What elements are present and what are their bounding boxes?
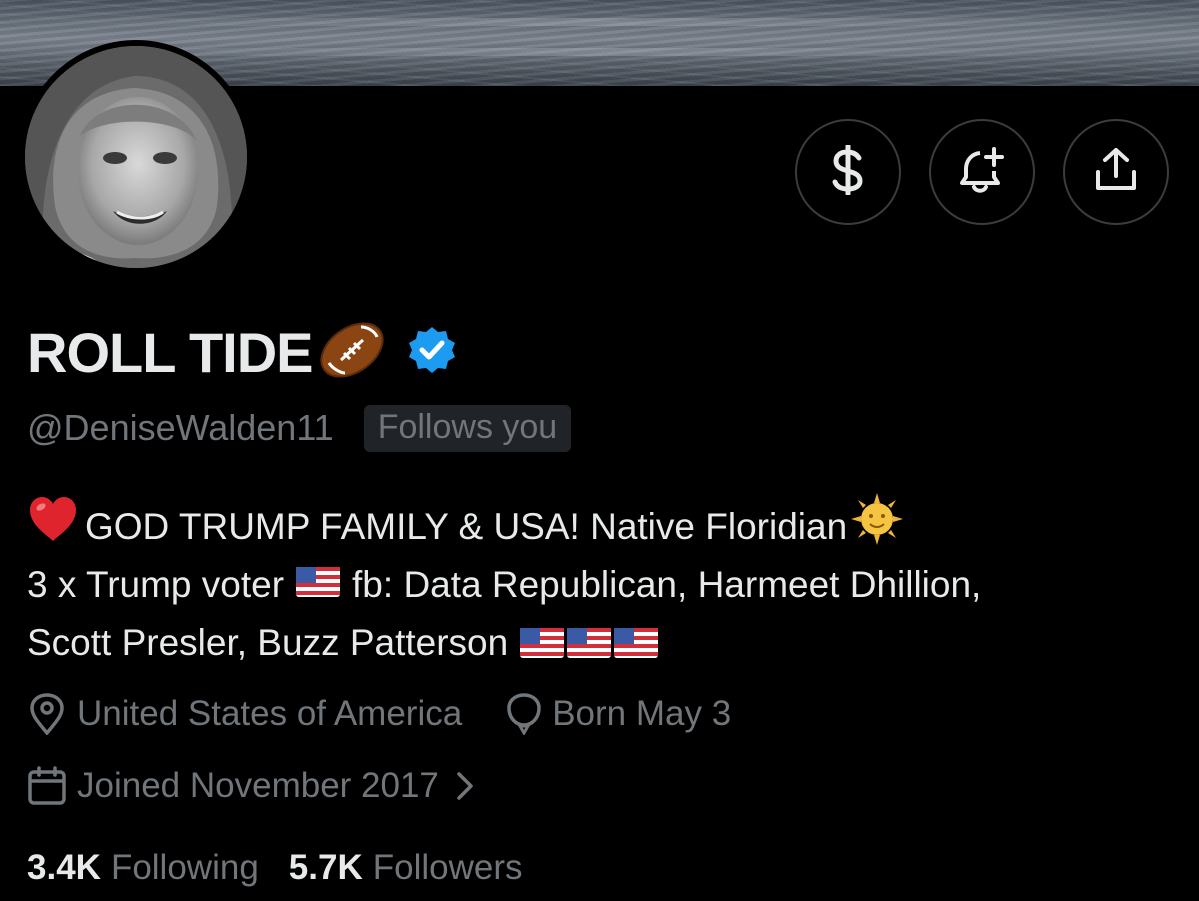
avatar[interactable] (25, 46, 247, 268)
red-heart-emoji (27, 495, 79, 560)
profile-meta-row-2[interactable]: Joined November 2017 (27, 760, 475, 812)
profile-meta-row-1: United States of America Born May 3 (27, 688, 731, 740)
display-name: ROLL TIDE (27, 320, 314, 384)
bio-text-line-3: Scott Presler, Buzz Patterson (27, 622, 509, 663)
following-count: 3.4K (27, 848, 101, 887)
followers-label: Followers (372, 848, 523, 887)
tip-button[interactable] (795, 119, 901, 225)
following-label: Following (110, 848, 259, 887)
bio-text-line-2b: fb: Data Republican, Harmeet Dhillion, (352, 564, 982, 605)
avatar-photo (25, 46, 247, 268)
following-link[interactable]: 3.4K Following (27, 848, 259, 888)
bio-line-3: Scott Presler, Buzz Patterson (27, 614, 1187, 672)
followers-count: 5.7K (288, 848, 363, 887)
birthday-item: Born May 3 (506, 693, 731, 735)
calendar-icon (27, 766, 67, 806)
bell-plus-icon (958, 145, 1006, 200)
location-item: United States of America (27, 693, 462, 735)
bio-text-line-2a: 3 x Trump voter (27, 564, 285, 605)
birthday-text: Born May 3 (552, 694, 732, 733)
verified-badge-icon[interactable] (407, 325, 457, 380)
football-emoji (317, 319, 387, 386)
banner-texture (0, 18, 1199, 26)
location-pin-icon (27, 693, 67, 735)
balloon-icon (506, 693, 542, 735)
us-flag-emoji (520, 628, 659, 658)
bio: GOD TRUMP FAMILY & USA! Native Floridian… (27, 492, 1187, 672)
bio-line-2: 3 x Trump voter fb: Data Republican, Har… (27, 556, 1187, 614)
chevron-right-icon (455, 770, 475, 802)
notifications-button[interactable] (929, 119, 1035, 225)
dollar-sign-icon (825, 143, 871, 200)
location-text: United States of America (77, 694, 463, 733)
user-handle: @DeniseWalden11 (27, 407, 334, 448)
us-flag-emoji (296, 556, 341, 614)
share-upload-icon (1092, 146, 1140, 199)
sun-emoji (851, 492, 904, 562)
follows-you-badge: Follows you (363, 404, 572, 452)
bio-text-line-1: GOD TRUMP FAMILY & USA! Native Floridian (85, 506, 848, 547)
followers-link[interactable]: 5.7K Followers (289, 848, 523, 888)
handle-row: @DeniseWalden11 Follows you (27, 402, 572, 454)
follow-stats: 3.4K Following 5.7K Followers (27, 842, 523, 894)
bio-line-1: GOD TRUMP FAMILY & USA! Native Floridian (27, 492, 1187, 556)
display-name-row: ROLL TIDE (27, 317, 457, 387)
share-button[interactable] (1063, 119, 1169, 225)
joined-date-text: Joined November 2017 (77, 766, 439, 805)
